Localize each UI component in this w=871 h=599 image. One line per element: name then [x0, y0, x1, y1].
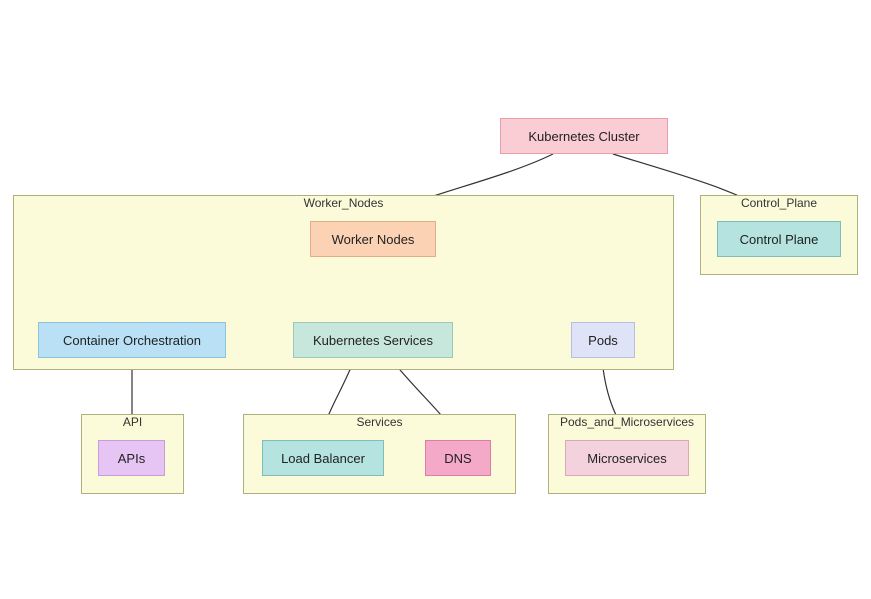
group-title: Worker_Nodes: [300, 194, 388, 212]
node-label: Kubernetes Cluster: [528, 129, 639, 144]
node-worker-nodes: Worker Nodes: [310, 221, 436, 257]
node-control-plane: Control Plane: [717, 221, 841, 257]
node-container-orchestration: Container Orchestration: [38, 322, 226, 358]
node-pods: Pods: [571, 322, 635, 358]
node-label: APIs: [118, 451, 145, 466]
node-label: Container Orchestration: [63, 333, 201, 348]
node-apis: APIs: [98, 440, 165, 476]
node-kubernetes-services: Kubernetes Services: [293, 322, 453, 358]
diagram-canvas: Kubernetes Cluster Worker_Nodes Control_…: [0, 0, 871, 599]
node-label: Control Plane: [740, 232, 819, 247]
node-label: Microservices: [587, 451, 666, 466]
node-label: DNS: [444, 451, 471, 466]
node-dns: DNS: [425, 440, 491, 476]
node-label: Kubernetes Services: [313, 333, 433, 348]
node-kubernetes-cluster: Kubernetes Cluster: [500, 118, 668, 154]
group-title: Control_Plane: [737, 194, 821, 212]
group-title: Pods_and_Microservices: [556, 413, 698, 431]
group-title: Services: [352, 413, 406, 431]
group-title: API: [119, 413, 146, 431]
node-label: Load Balancer: [281, 451, 365, 466]
node-microservices: Microservices: [565, 440, 689, 476]
node-label: Pods: [588, 333, 618, 348]
node-label: Worker Nodes: [332, 232, 415, 247]
node-load-balancer: Load Balancer: [262, 440, 384, 476]
